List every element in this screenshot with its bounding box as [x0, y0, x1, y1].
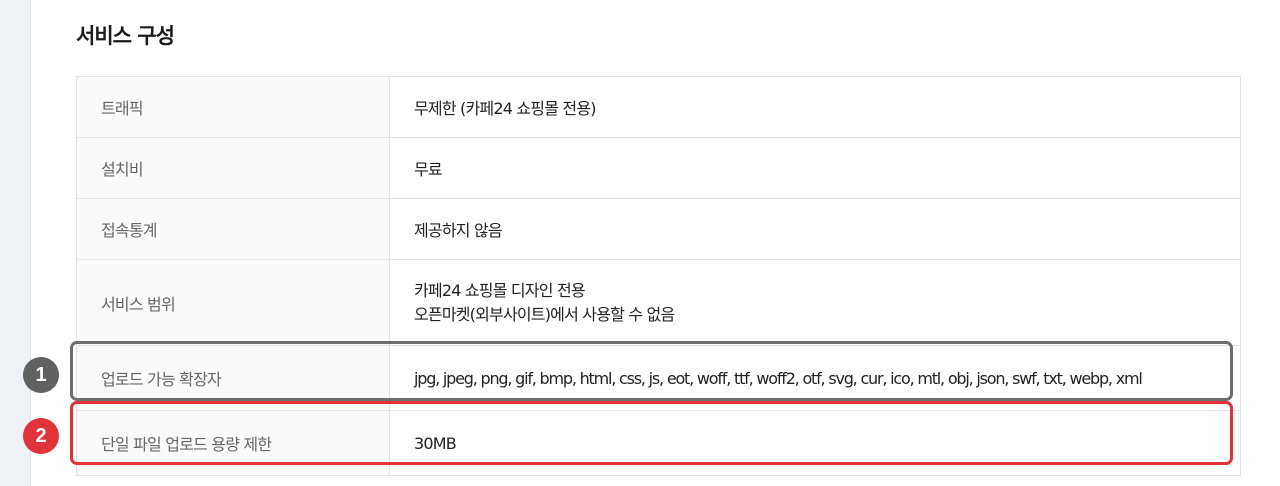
annotation-badge-1: 1 — [23, 357, 59, 393]
row-label-upload-extensions: 업로드 가능 확장자 — [76, 345, 390, 411]
row-value-access-stats: 제공하지 않음 — [389, 198, 1241, 260]
table-row-install-fee: 설치비 무료 — [76, 137, 1241, 199]
left-sidebar-rail — [0, 0, 31, 486]
row-value-service-scope: 카페24 쇼핑몰 디자인 전용 오픈마켓(외부사이트)에서 사용할 수 없음 — [389, 259, 1241, 346]
row-value-upload-extensions: jpg, jpeg, png, gif, bmp, html, css, js,… — [389, 345, 1241, 411]
table-row-access-stats: 접속통계 제공하지 않음 — [76, 198, 1241, 260]
row-label-traffic: 트래픽 — [76, 76, 390, 138]
row-value-traffic: 무제한 (카페24 쇼핑몰 전용) — [389, 76, 1241, 138]
row-label-file-size-limit: 단일 파일 업로드 용량 제한 — [76, 410, 390, 476]
table-row-file-size-limit: 단일 파일 업로드 용량 제한 30MB — [76, 410, 1241, 476]
table-row-service-scope: 서비스 범위 카페24 쇼핑몰 디자인 전용 오픈마켓(외부사이트)에서 사용할… — [76, 259, 1241, 346]
row-label-service-scope: 서비스 범위 — [76, 259, 390, 346]
annotation-badge-2: 2 — [23, 418, 59, 454]
row-value-file-size-limit: 30MB — [389, 410, 1241, 476]
table-row-upload-extensions: 업로드 가능 확장자 jpg, jpeg, png, gif, bmp, htm… — [76, 345, 1241, 411]
row-value-install-fee: 무료 — [389, 137, 1241, 199]
service-spec-table: 트래픽 무제한 (카페24 쇼핑몰 전용) 설치비 무료 접속통계 제공하지 않… — [76, 76, 1241, 476]
section-title: 서비스 구성 — [76, 24, 175, 48]
row-label-access-stats: 접속통계 — [76, 198, 390, 260]
table-row-traffic: 트래픽 무제한 (카페24 쇼핑몰 전용) — [76, 76, 1241, 138]
service-scope-line: 카페24 쇼핑몰 디자인 전용 — [414, 280, 586, 300]
row-label-install-fee: 설치비 — [76, 137, 390, 199]
service-scope-line: 오픈마켓(외부사이트)에서 사용할 수 없음 — [414, 304, 675, 324]
